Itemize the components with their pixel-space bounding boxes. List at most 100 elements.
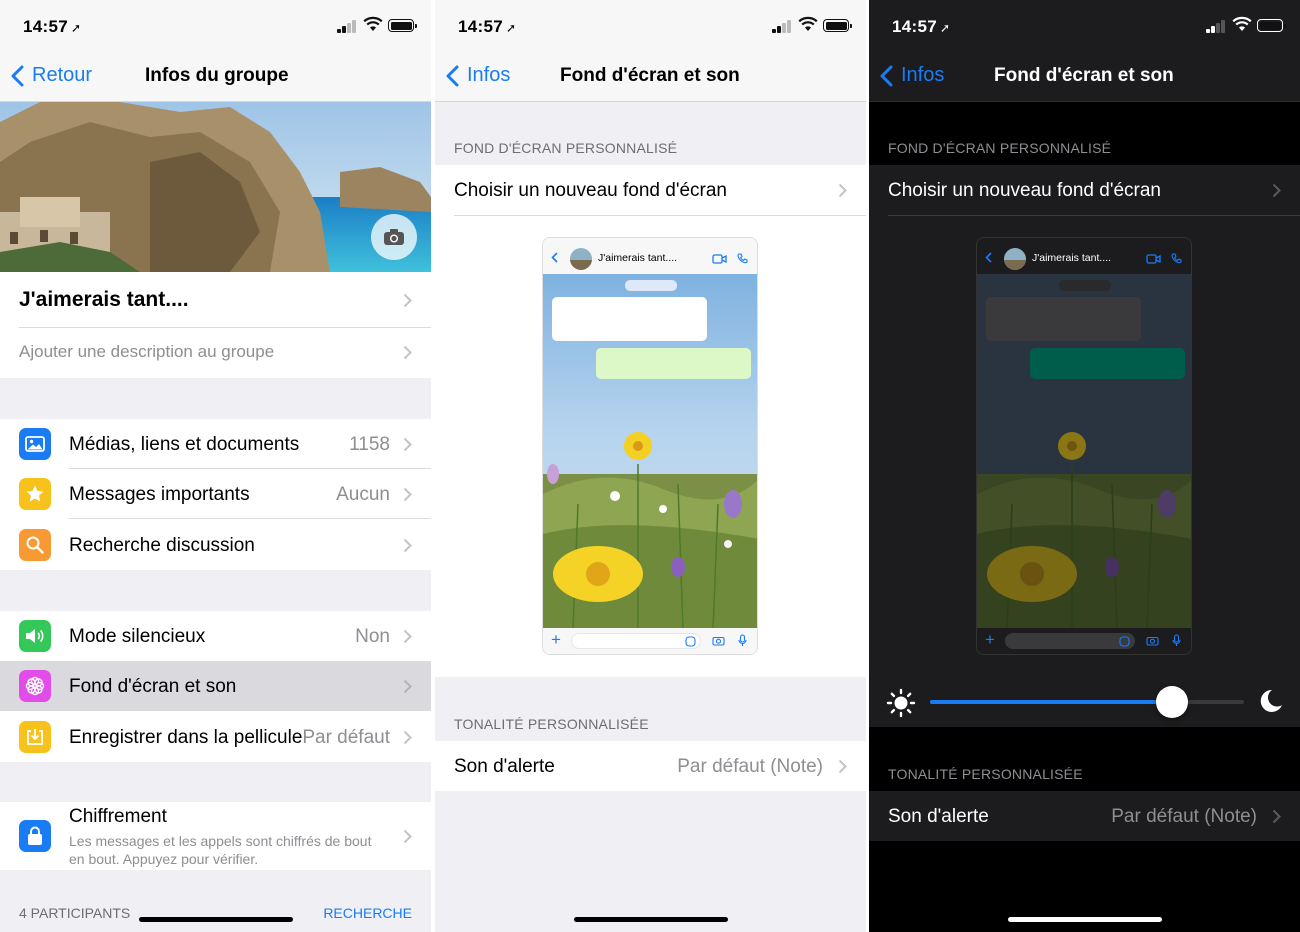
row-label: Recherche discussion xyxy=(69,535,255,556)
chevron-right-icon xyxy=(838,759,847,774)
preview-text-field xyxy=(1005,633,1135,649)
camera-button[interactable] xyxy=(371,214,417,260)
group-photo[interactable] xyxy=(0,102,431,272)
alert-sound-row[interactable]: Son d'alerte Par défaut (Note) xyxy=(869,791,1300,841)
wifi-icon xyxy=(363,16,383,31)
wifi-icon xyxy=(1232,16,1252,31)
dimming-slider-thumb[interactable] xyxy=(1155,686,1188,718)
alert-label: Son d'alerte xyxy=(454,756,555,777)
row-label: Fond d'écran et son xyxy=(69,676,237,697)
home-indicator[interactable] xyxy=(1008,917,1162,922)
save-to-camera-roll-row[interactable]: Enregistrer dans la pellicule Par défaut xyxy=(0,711,431,762)
row-label: Mode silencieux xyxy=(69,626,206,647)
chevron-right-icon xyxy=(403,829,412,844)
search-chat-row[interactable]: Recherche discussion xyxy=(0,519,431,570)
status-time: 14:57 ➚ xyxy=(458,17,517,36)
mute-row[interactable]: Mode silencieux Non xyxy=(0,611,431,661)
divider xyxy=(69,661,431,662)
outgoing-bubble xyxy=(1030,348,1185,379)
starred-messages-row[interactable]: Messages importants Aucun xyxy=(0,469,431,519)
wallpaper-sound-row[interactable]: Fond d'écran et son xyxy=(0,661,431,711)
group-name-section: J'aimerais tant.... Ajouter une descript… xyxy=(0,272,431,378)
preview-header: J'aimerais tant.... xyxy=(543,238,757,274)
nav-bar: Retour Infos du groupe xyxy=(0,52,431,102)
group-info-screen: 14:57 ➚ Retour Infos du groupe J'aimerai… xyxy=(0,0,431,932)
alert-sound-row[interactable]: Son d'alerte Par défaut (Note) xyxy=(435,741,866,791)
back-button[interactable]: Infos xyxy=(879,64,944,87)
speaker-icon xyxy=(19,620,51,652)
divider xyxy=(888,215,1300,216)
row-label: Messages importants xyxy=(69,484,250,505)
chevron-right-icon xyxy=(403,487,412,502)
cellular-signal-icon xyxy=(337,20,359,33)
moon-icon xyxy=(1260,689,1282,712)
location-arrow-icon: ➚ xyxy=(939,21,951,35)
divider xyxy=(19,327,431,328)
wallpaper-preview[interactable]: J'aimerais tant.... + xyxy=(542,237,758,655)
alert-value: Par défaut (Note) xyxy=(677,756,823,777)
group-description-field[interactable]: Ajouter une description au groupe xyxy=(19,342,274,362)
back-button[interactable]: Infos xyxy=(445,64,510,87)
choose-wallpaper-row[interactable]: Choisir un nouveau fond d'écran xyxy=(454,180,727,202)
page-title: Fond d'écran et son xyxy=(994,65,1174,86)
dimming-slider-fill xyxy=(930,700,1172,704)
camera-icon xyxy=(712,636,725,646)
home-indicator[interactable] xyxy=(139,917,293,922)
preview-contact-name: J'aimerais tant.... xyxy=(1032,252,1112,264)
chevron-right-icon xyxy=(403,679,412,694)
group-name[interactable]: J'aimerais tant.... xyxy=(19,288,189,312)
encryption-desc-line: Les messages et les appels sont chiffrés… xyxy=(69,833,372,849)
preview-header: J'aimerais tant.... xyxy=(977,238,1191,274)
chevron-right-icon xyxy=(838,183,847,198)
sticker-icon xyxy=(1119,636,1130,647)
chevron-right-icon xyxy=(403,345,412,360)
encryption-desc-line: en bout. Appuyez pour vérifier. xyxy=(69,851,259,867)
outgoing-bubble xyxy=(596,348,751,379)
row-label: Médias, liens et documents xyxy=(69,434,300,455)
cellular-signal-icon xyxy=(1206,20,1228,33)
plus-icon: + xyxy=(985,630,995,649)
sun-icon xyxy=(886,688,916,718)
chevron-right-icon xyxy=(403,293,412,308)
photo-icon xyxy=(19,428,51,460)
cellular-signal-icon xyxy=(772,20,794,33)
wallpaper-preview[interactable]: J'aimerais tant.... + xyxy=(976,237,1192,655)
row-value: Aucun xyxy=(336,484,390,505)
location-arrow-icon: ➚ xyxy=(70,21,82,35)
row-value: Par défaut xyxy=(302,727,390,748)
section-header: FOND D'ÉCRAN PERSONNALISÉ xyxy=(454,140,678,156)
back-button[interactable]: Retour xyxy=(10,64,92,87)
preview-text-field xyxy=(571,633,701,649)
preview-contact-name: J'aimerais tant.... xyxy=(598,252,678,264)
battery-icon xyxy=(823,19,852,32)
status-time: 14:57 ➚ xyxy=(892,17,951,36)
battery-icon xyxy=(1257,19,1286,32)
wifi-icon xyxy=(798,16,818,31)
dimming-slider[interactable] xyxy=(930,686,1244,718)
phone-call-icon xyxy=(737,253,748,264)
divider xyxy=(454,215,866,216)
preview-input-bar: + xyxy=(543,628,757,654)
wallpaper-sound-screen-light: 14:57 ➚ Infos Fond d'écran et son FOND D'… xyxy=(435,0,866,932)
home-indicator[interactable] xyxy=(574,917,728,922)
alert-label: Son d'alerte xyxy=(888,806,989,827)
plus-icon: + xyxy=(551,630,561,649)
choose-wallpaper-row[interactable]: Choisir un nouveau fond d'écran xyxy=(888,180,1161,202)
chevron-right-icon xyxy=(1272,809,1281,824)
save-icon xyxy=(19,721,51,753)
chevron-left-icon xyxy=(880,65,893,86)
video-call-icon xyxy=(712,254,727,264)
chevron-right-icon xyxy=(403,538,412,553)
battery-icon xyxy=(388,19,417,32)
chevron-right-icon xyxy=(403,730,412,745)
date-bubble xyxy=(625,280,677,291)
participants-search-link[interactable]: RECHERCHE xyxy=(323,905,412,921)
chevron-left-icon xyxy=(11,65,24,86)
media-links-docs-row[interactable]: Médias, liens et documents 1158 xyxy=(0,419,431,469)
status-bar: 14:57 ➚ xyxy=(435,0,866,52)
microphone-icon xyxy=(738,634,747,646)
microphone-icon xyxy=(1172,634,1181,646)
star-icon xyxy=(19,478,51,510)
encryption-row[interactable]: Chiffrement Les messages et les appels s… xyxy=(0,802,431,870)
participants-count: 4 PARTICIPANTS xyxy=(19,905,131,921)
